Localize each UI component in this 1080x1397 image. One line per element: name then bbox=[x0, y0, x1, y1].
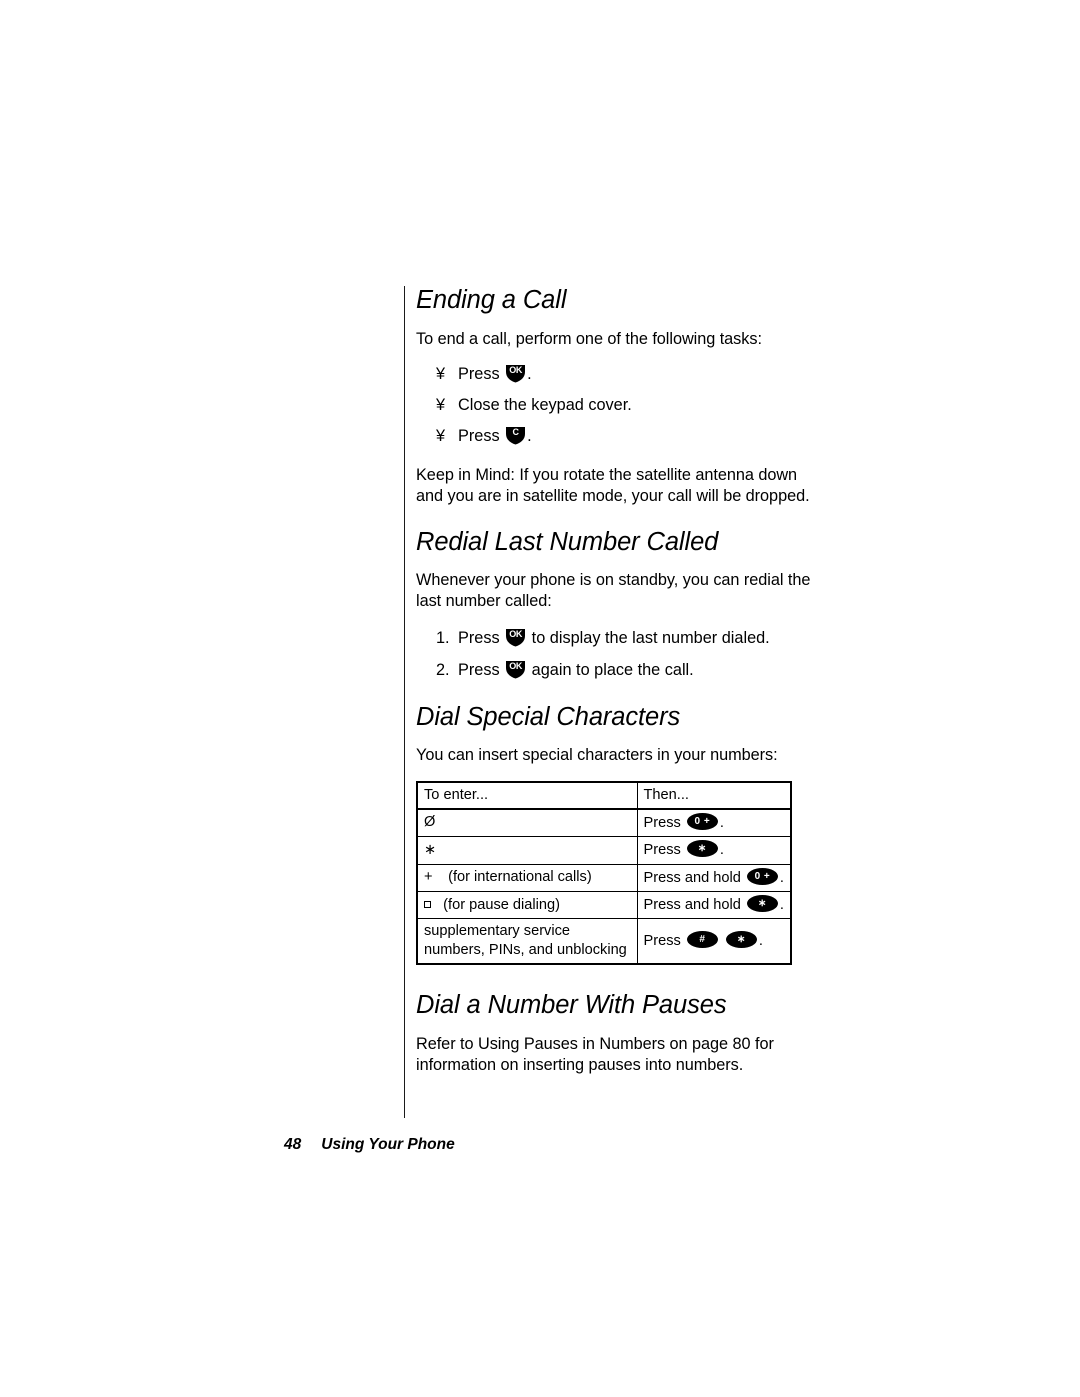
list-item-text: Close the keypad cover. bbox=[458, 395, 632, 414]
list-item-text: Press OK to display the last number dial… bbox=[458, 628, 816, 649]
list-item: ¥ Close the keypad cover. bbox=[416, 395, 816, 416]
slashed-zero-glyph: Ø bbox=[424, 814, 436, 831]
list-item-label: Press bbox=[458, 660, 505, 679]
cell-then-label: Press and hold bbox=[643, 869, 745, 886]
ok-key-icon: OK bbox=[505, 660, 526, 679]
cell-then-label: Press bbox=[643, 814, 685, 831]
list-item-text: Press C. bbox=[458, 426, 816, 447]
cell-then-label: Press bbox=[643, 842, 685, 859]
star-key-icon: ∗ bbox=[686, 840, 718, 858]
list-item-label: Press bbox=[458, 427, 505, 446]
cell-then-suffix: . bbox=[719, 842, 724, 859]
cell-to-enter: + (for international calls) bbox=[416, 863, 638, 893]
asterisk-glyph: ∗ bbox=[424, 841, 437, 858]
cell-then: Press and hold 0 +. bbox=[636, 863, 792, 893]
star-key-icon: ∗ bbox=[725, 931, 757, 949]
list-item-suffix: . bbox=[527, 364, 532, 383]
cell-then: Press ∗. bbox=[636, 836, 792, 865]
cell-to-enter: ∗ bbox=[416, 836, 638, 865]
cell-to-enter-note: (for pause dialing) bbox=[443, 896, 560, 913]
footer-page-number: 48 bbox=[284, 1136, 302, 1153]
ending-a-call-bullets: ¥ Press OK. ¥ Close the keypad cover. ¥ … bbox=[416, 364, 816, 448]
cell-to-enter-note: (for international calls) bbox=[448, 869, 592, 886]
left-margin-rule bbox=[404, 286, 405, 1118]
ok-key-label: OK bbox=[509, 364, 523, 375]
bullet-marker: ¥ bbox=[436, 427, 446, 446]
cell-then-suffix: . bbox=[779, 897, 784, 914]
ok-key-icon: OK bbox=[505, 364, 526, 383]
ok-key-label: OK bbox=[509, 660, 523, 671]
redial-steps: 1. Press OK to display the last number d… bbox=[416, 628, 816, 680]
list-item-text: Press OK. bbox=[458, 364, 816, 385]
zero-plus-key-icon: 0 + bbox=[746, 867, 778, 885]
page-footer: 48 Using Your Phone bbox=[284, 1136, 455, 1154]
list-item-label: Press bbox=[458, 629, 505, 648]
cell-then: Press 0 +. bbox=[636, 808, 792, 838]
cell-then: Press # ∗. bbox=[636, 918, 792, 965]
intro-ending-a-call: To end a call, perform one of the follow… bbox=[416, 329, 762, 348]
cell-then-suffix: . bbox=[719, 814, 724, 831]
column-header-to-enter: To enter... bbox=[416, 781, 638, 810]
content-column: Ending a Call To end a call, perform one… bbox=[416, 286, 816, 1076]
list-item-suffix: . bbox=[527, 427, 532, 446]
table-header-row: To enter... Then... bbox=[416, 781, 792, 810]
ok-key-label: OK bbox=[509, 629, 523, 640]
intro-dial-special-characters: You can insert special characters in you… bbox=[416, 746, 778, 765]
heading-ending-a-call: Ending a Call bbox=[416, 286, 567, 314]
star-key-label: ∗ bbox=[757, 898, 767, 910]
pause-square-glyph bbox=[424, 900, 431, 908]
list-item-suffix: to display the last number dialed. bbox=[527, 629, 770, 648]
footer-section-title: Using Your Phone bbox=[321, 1136, 455, 1153]
step-number: 2. bbox=[436, 660, 450, 679]
cell-then: Press and hold ∗. bbox=[636, 891, 792, 920]
heading-dial-number-with-pauses: Dial a Number With Pauses bbox=[416, 991, 727, 1020]
table-row: Ø Press 0 +. bbox=[416, 808, 792, 838]
column-header-then: Then... bbox=[636, 781, 792, 810]
heading-dial-special-characters: Dial Special Characters bbox=[416, 702, 681, 731]
step-number: 1. bbox=[436, 629, 450, 648]
body-dial-number-with-pauses: Refer to Using Pauses in Numbers on page… bbox=[416, 1034, 774, 1074]
clear-key-icon: C bbox=[505, 426, 526, 445]
cell-then-label: Press and hold bbox=[643, 897, 745, 914]
cell-then-suffix: . bbox=[779, 869, 784, 886]
zero-plus-key-label: 0 + bbox=[754, 870, 771, 882]
list-item: 2. Press OK again to place the call. bbox=[416, 660, 816, 681]
document-page: Ending a Call To end a call, perform one… bbox=[0, 0, 1080, 1397]
table-row: ∗ Press ∗. bbox=[416, 836, 792, 865]
cell-to-enter: (for pause dialing) bbox=[416, 891, 638, 920]
cell-to-enter: supplementary service numbers, PINs, and… bbox=[416, 918, 638, 965]
special-characters-table: To enter... Then... Ø Press 0 +. ∗ Press… bbox=[416, 780, 792, 966]
bullet-marker: ¥ bbox=[436, 364, 446, 383]
list-item-label: Press bbox=[458, 364, 505, 383]
ok-key-icon: OK bbox=[505, 628, 526, 647]
table-row: (for pause dialing) Press and hold ∗. bbox=[416, 891, 792, 920]
star-key-label: ∗ bbox=[736, 934, 746, 946]
hash-key-label: # bbox=[699, 934, 706, 946]
hash-key-icon: # bbox=[686, 931, 718, 949]
list-item: ¥ Press OK. bbox=[416, 364, 816, 385]
zero-plus-key-label: 0 + bbox=[694, 815, 711, 827]
heading-redial-last-number: Redial Last Number Called bbox=[416, 527, 719, 556]
cell-to-enter: Ø bbox=[416, 808, 638, 838]
star-key-label: ∗ bbox=[697, 843, 707, 855]
list-item-text: Press OK again to place the call. bbox=[458, 660, 816, 681]
note-ending-a-call: Keep in Mind: If you rotate the satellit… bbox=[416, 466, 810, 506]
star-key-icon: ∗ bbox=[746, 895, 778, 913]
zero-plus-key-icon: 0 + bbox=[686, 812, 718, 830]
bullet-marker: ¥ bbox=[436, 395, 446, 414]
cell-then-label: Press bbox=[643, 933, 685, 950]
plus-glyph: + bbox=[424, 869, 433, 886]
list-item: 1. Press OK to display the last number d… bbox=[416, 628, 816, 649]
cell-then-suffix: . bbox=[758, 933, 763, 950]
intro-redial-last-number: Whenever your phone is on standby, you c… bbox=[416, 571, 811, 611]
table-row: + (for international calls) Press and ho… bbox=[416, 863, 792, 893]
list-item: ¥ Press C. bbox=[416, 426, 816, 447]
clear-key-label: C bbox=[512, 427, 520, 438]
list-item-suffix: again to place the call. bbox=[527, 660, 694, 679]
table-row: supplementary service numbers, PINs, and… bbox=[416, 918, 792, 965]
